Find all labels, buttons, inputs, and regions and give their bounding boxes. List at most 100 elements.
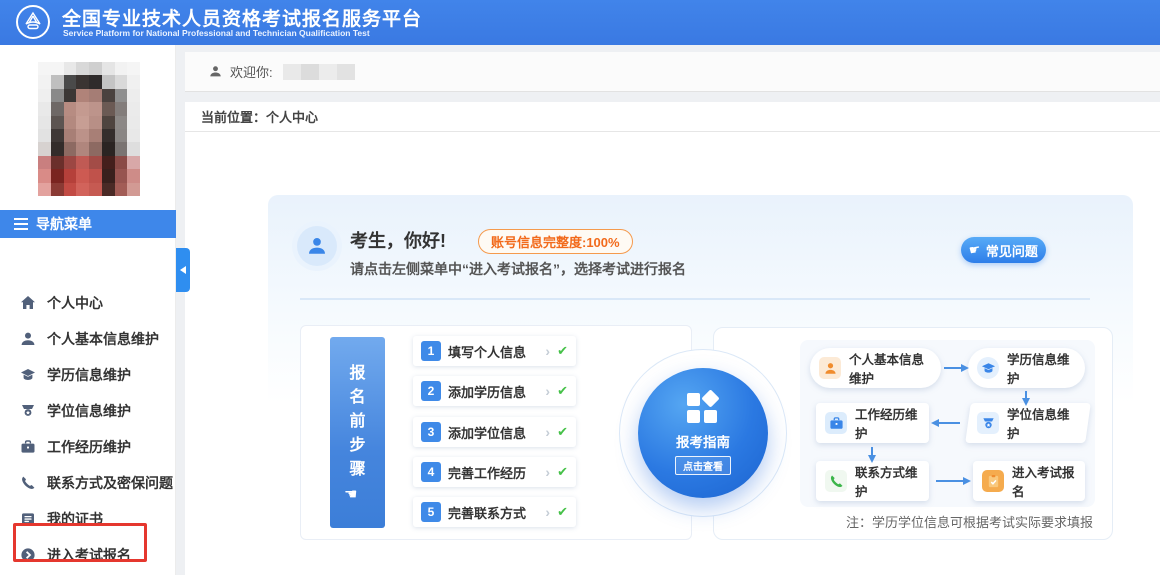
pointing-hand-icon: ☛ [968, 241, 982, 259]
check-icon: ✔ [557, 424, 568, 440]
chevron-right-icon: › [545, 504, 550, 520]
arrow-right-icon [936, 480, 964, 482]
sidebar-item-basic-info[interactable]: 个人基本信息维护 [0, 321, 176, 357]
flow-box-label: 工作经历维护 [855, 404, 920, 442]
sidebar-item-label: 学历信息维护 [47, 365, 131, 385]
guide-click-badge: 点击查看 [675, 456, 731, 475]
sidebar-item-education-info[interactable]: 学历信息维护 [0, 357, 176, 393]
sidebar-item-label: 个人中心 [47, 293, 103, 313]
step-label: 完善联系方式 [448, 503, 538, 522]
clipboard-icon [982, 470, 1004, 492]
check-icon: ✔ [557, 504, 568, 520]
faq-button[interactable]: ☛ 常见问题 [961, 237, 1046, 263]
flow-note: 注：学历学位信息可根据考试实际要求填报 [793, 512, 1093, 531]
chevron-right-icon: › [545, 383, 550, 399]
flow-box-basic-info[interactable]: 个人基本信息维护 [810, 348, 941, 388]
home-icon [20, 295, 36, 311]
step-label: 填写个人信息 [448, 342, 538, 361]
step-row-4[interactable]: 4 完善工作经历 › ✔ [413, 457, 576, 487]
sidebar-item-label: 学位信息维护 [47, 401, 131, 421]
sidebar-item-enter-exam-registration[interactable]: 进入考试报名 [0, 537, 176, 573]
nav-menu-header: 导航菜单 [0, 210, 176, 238]
section-divider [300, 298, 1090, 300]
sidebar-item-label: 联系方式及密保问题 [47, 473, 173, 493]
phone-icon [825, 470, 847, 492]
arrow-left-icon [938, 422, 960, 424]
phone-icon [20, 475, 36, 491]
chevron-right-icon: › [545, 424, 550, 440]
sidebar: 导航菜单 个人中心 个人基本信息维护 学历信息维护 学位信息维护 工作经历维护 [0, 45, 176, 575]
step-row-5[interactable]: 5 完善联系方式 › ✔ [413, 497, 576, 527]
hamburger-icon [14, 218, 28, 230]
sidebar-item-label: 个人基本信息维护 [47, 329, 159, 349]
breadcrumb-label: 当前位置：个人中心 [201, 107, 318, 126]
check-icon: ✔ [557, 464, 568, 480]
briefcase-icon [825, 412, 847, 434]
greeting-subtitle: 请点击左侧菜单中“进入考试报名”，选择考试进行报名 [350, 259, 686, 279]
step-label: 完善工作经历 [448, 463, 538, 482]
avatar [297, 226, 337, 266]
step-label: 添加学位信息 [448, 423, 538, 442]
platform-subtitle: Service Platform for National Profession… [63, 28, 370, 38]
chevron-right-icon: › [545, 343, 550, 359]
step-row-1[interactable]: 1 填写个人信息 › ✔ [413, 336, 576, 366]
greeting-title: 考生，你好! [350, 227, 446, 253]
guide-title: 报考指南 [676, 431, 730, 451]
flow-box-label: 进入考试报名 [1012, 462, 1076, 500]
flow-box-degree-info[interactable]: 学位信息维护 [965, 403, 1091, 443]
arrow-right-icon [944, 367, 962, 369]
app-header: 全国专业技术人员资格考试报名服务平台 Service Platform for … [0, 0, 1160, 45]
flow-box-label: 学历信息维护 [1007, 349, 1076, 387]
flow-box-label: 个人基本信息维护 [849, 349, 932, 387]
check-icon: ✔ [557, 343, 568, 359]
flow-box-work-experience[interactable]: 工作经历维护 [816, 403, 929, 443]
user-icon [819, 357, 841, 379]
steps-banner: 报名前步骤 ☚ [330, 337, 385, 528]
step-row-3[interactable]: 3 添加学位信息 › ✔ [413, 417, 576, 447]
step-number: 2 [421, 381, 441, 401]
sidebar-item-my-certificates[interactable]: 我的证书 [0, 501, 176, 537]
page: 全国专业技术人员资格考试报名服务平台 Service Platform for … [0, 0, 1160, 575]
faq-button-label: 常见问题 [986, 241, 1038, 260]
grid-diamond-icon [687, 392, 719, 424]
degree-icon [20, 403, 36, 419]
breadcrumb: 当前位置：个人中心 [185, 102, 1160, 132]
flow-box-label: 联系方式维护 [855, 462, 920, 500]
education-icon [20, 367, 36, 383]
platform-title: 全国专业技术人员资格考试报名服务平台 [62, 4, 422, 31]
flow-box-contact-info[interactable]: 联系方式维护 [816, 461, 929, 501]
enter-icon [20, 547, 36, 563]
welcome-label: 欢迎你: [230, 62, 273, 81]
step-label: 添加学历信息 [448, 382, 538, 401]
flow-box-enter-exam[interactable]: 进入考试报名 [973, 461, 1085, 501]
arrow-down-icon [1025, 391, 1027, 399]
step-row-2[interactable]: 2 添加学历信息 › ✔ [413, 376, 576, 406]
sidebar-item-work-experience[interactable]: 工作经历维护 [0, 429, 176, 465]
platform-logo-icon [16, 5, 50, 39]
sidebar-item-degree-info[interactable]: 学位信息维护 [0, 393, 176, 429]
flow-box-label: 学位信息维护 [1007, 404, 1079, 442]
user-photo [38, 62, 140, 196]
education-icon [977, 357, 999, 379]
sidebar-item-label: 进入考试报名 [47, 545, 131, 565]
exam-guide-button[interactable]: 报考指南 点击查看 [638, 368, 768, 498]
degree-icon [977, 412, 999, 434]
briefcase-icon [20, 439, 36, 455]
sidebar-item-personal-center[interactable]: 个人中心 [0, 285, 176, 321]
certificate-icon [20, 511, 36, 527]
sidebar-collapse-button[interactable] [176, 248, 190, 292]
arrow-down-icon [871, 447, 873, 456]
flow-box-education-info[interactable]: 学历信息维护 [968, 348, 1085, 388]
pointing-hand-icon: ☚ [344, 485, 357, 503]
step-number: 5 [421, 502, 441, 522]
user-icon [20, 331, 36, 347]
sidebar-item-label: 工作经历维护 [47, 437, 131, 457]
user-icon [209, 65, 222, 78]
chevron-left-icon [180, 266, 186, 274]
sidebar-item-label: 我的证书 [47, 509, 103, 529]
sidebar-item-contact-security[interactable]: 联系方式及密保问题 [0, 465, 176, 501]
nav-menu-title: 导航菜单 [36, 214, 92, 234]
step-number: 1 [421, 341, 441, 361]
user-name-redacted [283, 64, 355, 80]
user-icon [306, 235, 328, 257]
